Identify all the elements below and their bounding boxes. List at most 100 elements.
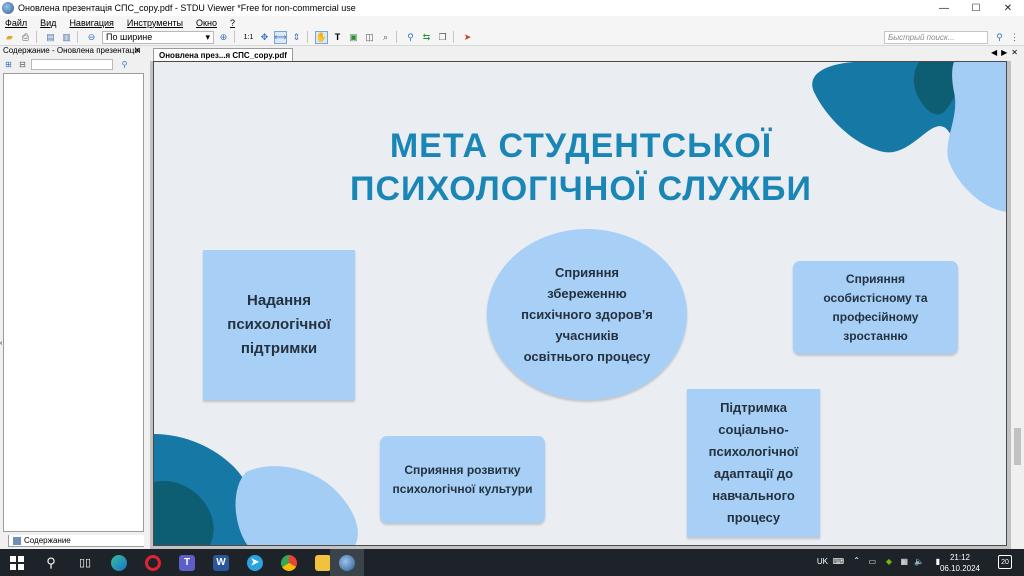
card-text-line: соціально- (718, 422, 789, 437)
hand-tool-icon[interactable]: ✋ (315, 30, 328, 44)
menu-tools[interactable]: Инструменты (127, 18, 183, 28)
menu-help[interactable]: ? (230, 18, 235, 28)
tab-prev-icon[interactable]: ◀ (991, 48, 997, 57)
collapse-all-icon[interactable]: ⊟ (17, 59, 28, 70)
card-text-line: психологічної культури (392, 481, 533, 496)
search-icon[interactable]: ⚲ (34, 549, 68, 576)
title-bar: Оновлена презентація СПС_copy.pdf - STDU… (0, 0, 1024, 16)
search-icon[interactable]: ⚲ (993, 31, 1006, 44)
task-view-icon[interactable]: ▯▯ (68, 549, 102, 576)
card-text-line: збереженню (547, 286, 627, 301)
telegram-icon[interactable]: ➤ (238, 549, 272, 576)
slide-title-line-1: МЕТА СТУДЕНТСЬКОЇ (389, 127, 773, 165)
quick-search-input[interactable]: Быстрый поиск... (884, 31, 988, 44)
contents-tab-icon (13, 536, 21, 545)
language-indicator[interactable]: UK (817, 557, 828, 566)
close-button[interactable]: ✕ (992, 0, 1024, 16)
panel-close-icon[interactable]: ✕ (134, 46, 144, 57)
actual-size-button[interactable]: 1:1 (242, 31, 255, 44)
opera-icon[interactable] (136, 549, 170, 576)
contents-tree[interactable] (3, 73, 144, 532)
clock[interactable]: 21:12 06.10.2024 (940, 552, 980, 574)
chrome-icon[interactable] (272, 549, 306, 576)
fit-page-icon[interactable]: ✥ (258, 31, 271, 44)
edge-icon[interactable] (102, 549, 136, 576)
zoom-out-icon[interactable]: ⊖ (85, 31, 98, 44)
toolbar-separator (36, 31, 37, 43)
export-icon[interactable]: ▤ (44, 31, 57, 44)
keyboard-icon[interactable]: ⌨ (832, 557, 844, 566)
toolbar: ▰ ⎙ ▤ ▥ ⊖ По ширине ▾ ⊕ 1:1 ✥ ⟺ ⇕ ✋ 𝐓 ▣ … (0, 29, 1024, 46)
goal-card-psychological-culture: Сприяння розвитку психологічної культури (380, 436, 545, 523)
chevron-up-icon[interactable]: ⌃ (853, 556, 860, 565)
stdu-viewer-taskbar-icon[interactable] (330, 549, 364, 576)
select-image-icon[interactable]: ▣ (347, 31, 360, 44)
tab-close-icon[interactable]: ✕ (1011, 48, 1018, 57)
maximize-button[interactable]: ☐ (960, 0, 992, 16)
vertical-scrollbar[interactable] (1011, 61, 1024, 549)
clock-date: 06.10.2024 (939, 564, 980, 573)
card-text-line: Сприяння розвитку (404, 462, 521, 477)
slide-title-line-2: ПСИХОЛОГІЧНОЇ СЛУЖБИ (350, 170, 812, 208)
zoom-select-value: По ширине (106, 32, 153, 42)
goal-card-psychological-support: Надання психологічної підтримки (203, 250, 355, 400)
menu-window[interactable]: Окно (196, 18, 217, 28)
scrollbar-thumb[interactable] (1014, 428, 1021, 465)
pages-icon[interactable]: ❐ (436, 31, 449, 44)
contents-toolbar: ⊞ ⊟ ⚲ (3, 58, 143, 71)
minimize-button[interactable]: — (928, 0, 960, 16)
document-tab[interactable]: Оновлена през...я СПС_copy.pdf (153, 48, 293, 61)
collapse-panel-icon[interactable]: ‹ (0, 340, 3, 347)
chevron-down-icon: ▾ (205, 31, 210, 42)
print-icon[interactable]: ⎙ (19, 31, 32, 44)
zoom-area-icon[interactable]: ⌕ (379, 31, 392, 44)
expand-all-icon[interactable]: ⊞ (3, 59, 14, 70)
card-text-line: Підтримка (720, 400, 787, 415)
zoom-select[interactable]: По ширине ▾ (102, 30, 214, 44)
card-text-line: навчального (712, 488, 795, 503)
zoom-in-icon[interactable]: ⊕ (217, 31, 230, 44)
goal-card-personal-growth: Сприяння особистісному та професійному з… (793, 261, 958, 354)
volume-icon[interactable]: 🔈 (914, 557, 924, 566)
network-icon[interactable]: ▦ (900, 557, 908, 566)
bookmark-icon[interactable]: ➤ (461, 31, 474, 44)
find-icon[interactable]: ⚲ (404, 31, 417, 44)
card-text-line: психологічної (708, 444, 799, 459)
app-icon (2, 2, 14, 14)
snapshot-icon[interactable]: ◫ (363, 31, 376, 44)
tab-contents-label: Содержание (24, 536, 71, 545)
nvidia-icon[interactable]: ◆ (886, 557, 892, 566)
windows-start-icon[interactable] (0, 549, 34, 576)
contents-search-input[interactable] (31, 59, 113, 70)
back-forward-icon[interactable]: ⇆ (420, 31, 433, 44)
card-text-line: Надання (247, 292, 311, 309)
card-text-line: процесу (726, 510, 781, 525)
window-title: Оновлена презентація СПС_copy.pdf - STDU… (18, 3, 356, 13)
taskbar: ⚲ ▯▯ T W ➤ UK ⌨ ⌃ ▭ ◆ ▦ 🔈 ▮ 21:12 06.10.… (0, 549, 1024, 576)
toolbar-separator (77, 31, 78, 43)
menu-file[interactable]: Файл (5, 18, 27, 28)
notification-center-icon[interactable]: 20 (998, 555, 1012, 569)
teams-icon[interactable]: T (170, 549, 204, 576)
fit-height-icon[interactable]: ⇕ (290, 31, 303, 44)
menu-view[interactable]: Вид (40, 18, 56, 28)
card-text-line: особистісному та (823, 290, 928, 305)
word-icon[interactable]: W (204, 549, 238, 576)
select-text-icon[interactable]: 𝐓 (331, 31, 344, 44)
card-text-line: професійному (832, 309, 919, 324)
contents-find-icon[interactable]: ⚲ (119, 59, 130, 70)
device-icon[interactable]: ▭ (868, 557, 876, 566)
copy-page-icon[interactable]: ▥ (60, 31, 73, 44)
open-folder-icon[interactable]: ▰ (3, 31, 16, 44)
document-view[interactable]: МЕТА СТУДЕНТСЬКОЇ ПСИХОЛОГІЧНОЇ СЛУЖБИ Н… (150, 61, 1024, 549)
clock-time: 21:12 (949, 553, 970, 562)
menu-navigation[interactable]: Навигация (69, 18, 113, 28)
tab-next-icon[interactable]: ▶ (1001, 48, 1007, 57)
card-text-line: підтримки (240, 340, 318, 357)
card-text-line: психічного здоров’я (521, 307, 653, 322)
contents-panel-header: Содержание - Оновлена презентація (3, 46, 141, 55)
tab-contents[interactable]: Содержание (8, 535, 76, 547)
fit-width-icon[interactable]: ⟺ (274, 30, 287, 44)
search-options-icon[interactable]: ⋮ (1008, 31, 1021, 44)
toolbar-separator (307, 31, 308, 43)
